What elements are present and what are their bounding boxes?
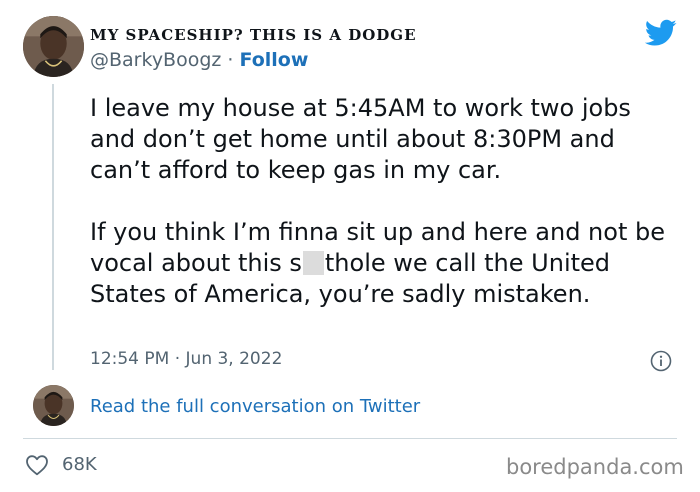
avatar[interactable] xyxy=(23,16,84,77)
reply-avatar[interactable] xyxy=(33,385,74,426)
tweet-timestamp[interactable]: 12:54 PM · Jun 3, 2022 xyxy=(90,349,282,369)
like-count: 68K xyxy=(62,454,97,475)
avatar-photo xyxy=(23,16,84,77)
divider xyxy=(23,438,677,439)
tweet-paragraph-1: I leave my house at 5:45AM to work two j… xyxy=(90,94,631,184)
handle-row: @BarkyBoogz · Follow xyxy=(90,49,308,71)
handle-separator: · xyxy=(221,49,240,71)
user-handle[interactable]: @BarkyBoogz xyxy=(90,49,221,71)
tweet-text: I leave my house at 5:45AM to work two j… xyxy=(90,93,680,310)
follow-button[interactable]: Follow xyxy=(240,49,309,71)
info-icon[interactable] xyxy=(650,350,672,372)
twitter-bird-icon[interactable] xyxy=(645,19,677,47)
avatar-photo xyxy=(33,385,74,426)
watermark: boredpanda.com xyxy=(506,455,684,479)
heart-icon[interactable] xyxy=(25,454,49,476)
display-name[interactable]: MY SPACESHIP? THIS IS A DODGE xyxy=(90,26,417,44)
censor-block xyxy=(302,251,324,275)
tweet-paragraph-2: If you think I’m finna sit up and here a… xyxy=(90,217,680,310)
thread-line xyxy=(52,84,54,370)
read-conversation-link[interactable]: Read the full conversation on Twitter xyxy=(90,396,420,417)
